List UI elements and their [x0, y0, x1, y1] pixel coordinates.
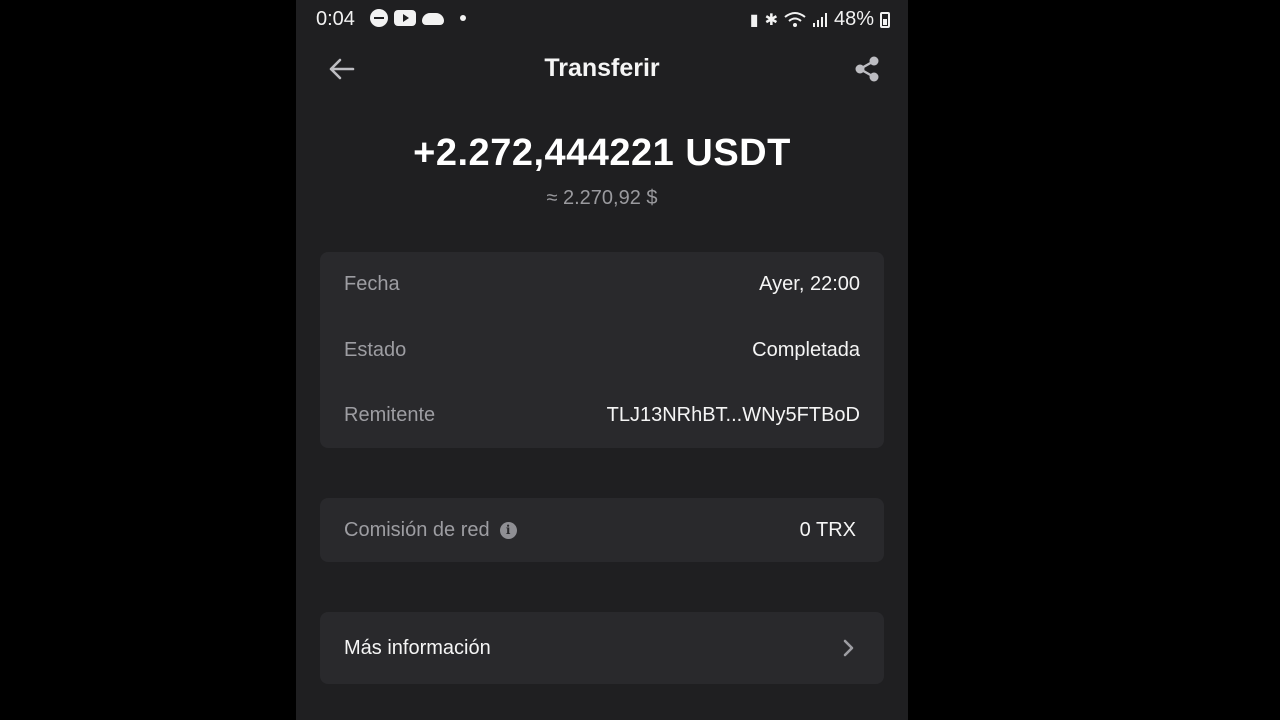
notification-dot-icon — [460, 15, 466, 21]
share-button[interactable] — [850, 52, 884, 86]
date-value: Ayer, 22:00 — [759, 272, 860, 295]
cloud-icon — [422, 13, 444, 25]
info-icon[interactable]: i — [499, 521, 517, 539]
bluetooth-icon: ✱ — [764, 11, 778, 29]
network-fee-card: Comisión de red i 0 TRX — [320, 498, 884, 562]
more-info-card[interactable]: Más información — [320, 612, 884, 684]
more-info-label: Más información — [344, 636, 491, 659]
share-icon — [855, 56, 879, 82]
signal-icon — [812, 12, 827, 27]
status-left-icons — [370, 9, 466, 27]
detail-row-sender: Remitente TLJ13NRhBT...WNy5FTBoD — [344, 400, 860, 430]
fee-row: Comisión de red i 0 TRX — [344, 515, 856, 545]
page-title: Transferir — [544, 54, 660, 82]
detail-row-status: Estado Completada — [344, 335, 860, 365]
transfer-amount: +2.272,444221 USDT — [413, 132, 791, 174]
fee-value: 0 TRX — [799, 518, 856, 541]
battery-icon — [880, 11, 890, 28]
sender-label: Remitente — [344, 403, 436, 426]
wifi-icon — [784, 11, 806, 27]
top-bar: Transferir — [296, 44, 908, 94]
more-info-row[interactable]: Más información — [344, 633, 856, 663]
status-bar: 0:04 ▮ ✱ 48% — [296, 0, 908, 40]
fee-label-wrap: Comisión de red i — [344, 519, 517, 542]
detail-row-date: Fecha Ayer, 22:00 — [344, 269, 860, 299]
status-value: Completada — [752, 338, 860, 361]
youtube-icon — [394, 10, 416, 26]
phone-screen: 0:04 ▮ ✱ 48% Transferir +2.272,444221 US… — [296, 0, 908, 720]
battery-percent: 48% — [833, 8, 874, 30]
fee-label: Comisión de red — [344, 518, 490, 541]
date-label: Fecha — [344, 272, 400, 295]
chevron-right-icon — [843, 639, 854, 657]
fiat-equivalent: ≈ 2.270,92 $ — [546, 187, 658, 209]
status-label: Estado — [344, 338, 407, 361]
sender-address[interactable]: TLJ13NRhBT...WNy5FTBoD — [607, 404, 860, 427]
status-right-icons: ▮ ✱ 48% — [750, 8, 890, 31]
do-not-disturb-icon — [370, 9, 388, 27]
status-time: 0:04 — [316, 8, 355, 30]
battery-saver-icon: ▮ — [749, 11, 759, 29]
details-card: Fecha Ayer, 22:00 Estado Completada Remi… — [320, 252, 884, 448]
